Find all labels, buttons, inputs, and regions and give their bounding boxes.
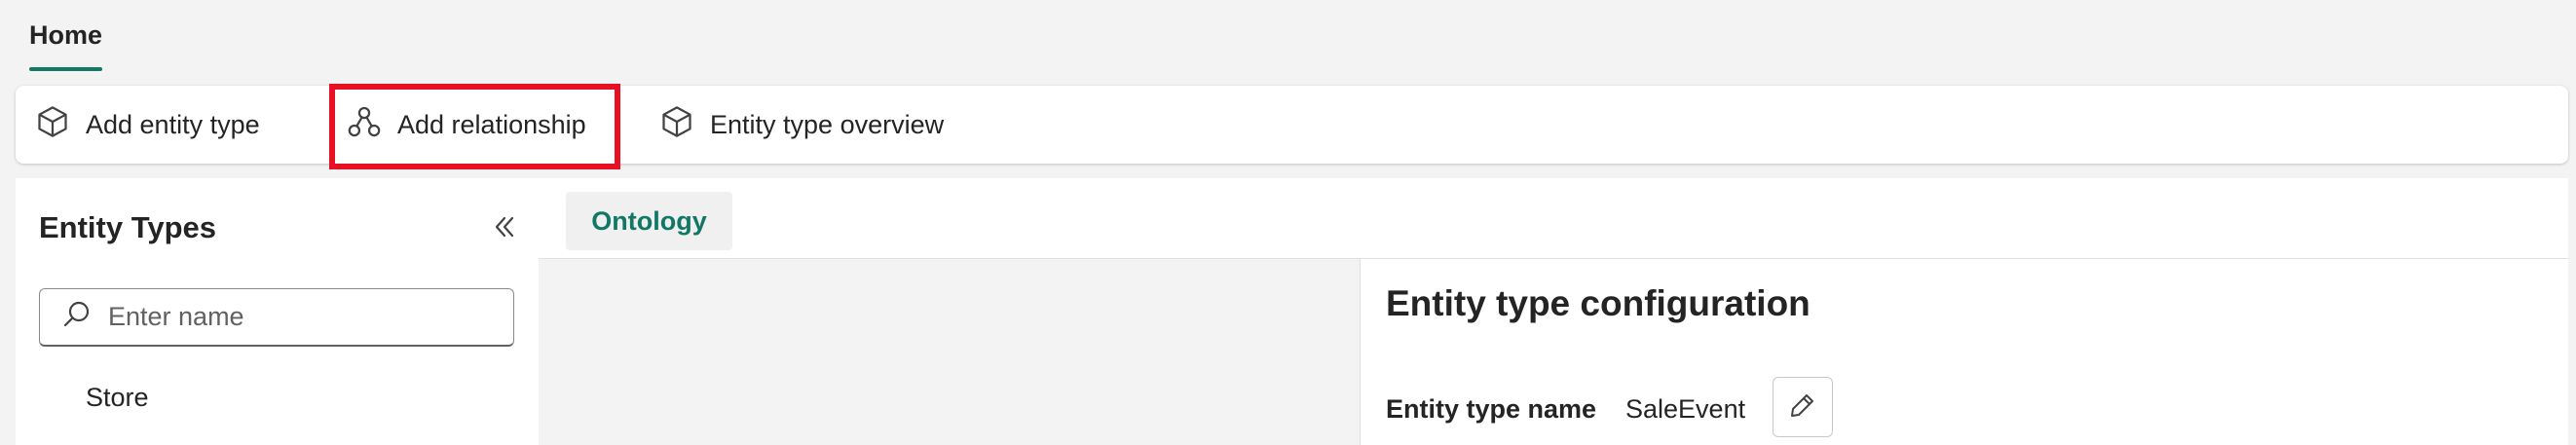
entity-types-panel: Entity Types Store [16,178,540,445]
search-input[interactable] [106,301,500,333]
entity-type-overview-label: Entity type overview [710,109,945,139]
cube-icon [35,104,70,146]
cube-icon [659,104,694,146]
ontology-canvas[interactable] [539,259,1361,445]
tab-home[interactable]: Home [29,0,103,71]
tab-home-label: Home [29,20,103,50]
entity-type-name-label: Entity type name [1386,394,1597,424]
edit-name-button[interactable] [1773,377,1833,437]
config-title: Entity type configuration [1386,283,1811,323]
list-item[interactable]: Store [86,383,149,413]
add-entity-type-label: Add entity type [86,109,260,139]
collapse-panel-button[interactable] [485,209,524,248]
main-area: Ontology Entity type configuration Entit… [539,178,2568,445]
pencil-icon [1788,390,1817,425]
double-chevron-left-icon [491,213,518,245]
add-entity-type-button[interactable]: Add entity type [35,86,260,164]
entity-type-overview-button[interactable]: Entity type overview [659,86,944,164]
search-box [39,288,514,347]
panel-title: Entity Types [39,210,217,244]
entity-type-name-value: SaleEvent [1625,394,1746,424]
tab-home-underline [29,67,103,71]
tab-ontology[interactable]: Ontology [566,192,732,250]
search-icon [40,299,93,335]
highlight-box [329,84,620,169]
